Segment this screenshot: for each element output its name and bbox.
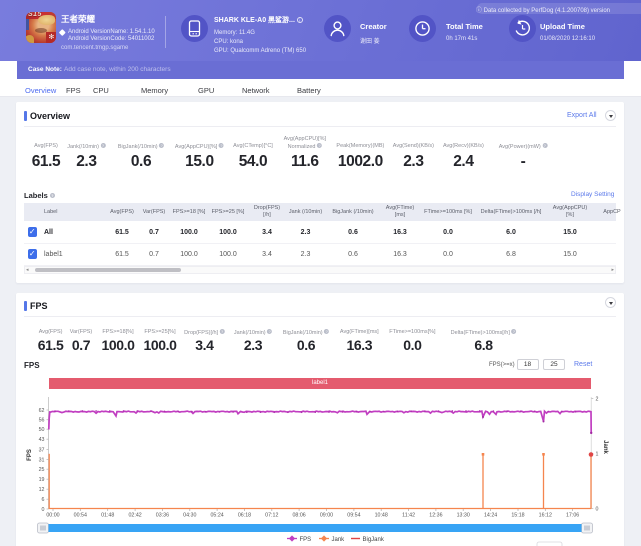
svg-text:12: 12 bbox=[39, 487, 45, 493]
svg-text:09:54: 09:54 bbox=[347, 513, 360, 519]
svg-text:FPS: FPS bbox=[300, 537, 312, 543]
svg-text:19: 19 bbox=[39, 477, 45, 483]
svg-text:03:36: 03:36 bbox=[156, 513, 169, 519]
svg-text:1: 1 bbox=[596, 452, 599, 458]
svg-text:16:12: 16:12 bbox=[539, 513, 552, 519]
svg-text:00:54: 00:54 bbox=[74, 513, 87, 519]
svg-text:50: 50 bbox=[39, 427, 45, 433]
svg-text:0: 0 bbox=[42, 507, 45, 513]
svg-text:Jank: Jank bbox=[602, 440, 608, 454]
svg-text:04:30: 04:30 bbox=[183, 513, 196, 519]
svg-text:Jank: Jank bbox=[332, 537, 346, 543]
svg-text:0: 0 bbox=[596, 507, 599, 513]
svg-text:06:18: 06:18 bbox=[238, 513, 251, 519]
svg-text:62: 62 bbox=[39, 408, 45, 414]
svg-text:10:48: 10:48 bbox=[375, 513, 388, 519]
svg-text:00:00: 00:00 bbox=[46, 513, 59, 519]
svg-text:6: 6 bbox=[42, 497, 45, 503]
svg-text:37: 37 bbox=[39, 447, 45, 453]
svg-text:BigJank: BigJank bbox=[363, 537, 385, 543]
svg-text:31: 31 bbox=[39, 457, 45, 463]
svg-text:12:36: 12:36 bbox=[429, 513, 442, 519]
svg-text:01:48: 01:48 bbox=[101, 513, 114, 519]
svg-text:43: 43 bbox=[39, 437, 45, 443]
svg-text:09:00: 09:00 bbox=[320, 513, 333, 519]
svg-text:05:24: 05:24 bbox=[210, 513, 223, 519]
svg-text:11:42: 11:42 bbox=[402, 513, 415, 519]
svg-text:2: 2 bbox=[596, 397, 599, 403]
svg-text:15:18: 15:18 bbox=[511, 513, 524, 519]
svg-text:17:06: 17:06 bbox=[566, 513, 579, 519]
svg-text:13:30: 13:30 bbox=[457, 513, 470, 519]
svg-text:FPS: FPS bbox=[27, 449, 33, 461]
svg-text:07:12: 07:12 bbox=[265, 513, 278, 519]
svg-text:08:06: 08:06 bbox=[292, 513, 305, 519]
svg-text:14:24: 14:24 bbox=[484, 513, 497, 519]
svg-text:25: 25 bbox=[39, 467, 45, 473]
svg-text:02:42: 02:42 bbox=[128, 513, 141, 519]
svg-text:56: 56 bbox=[39, 418, 45, 424]
